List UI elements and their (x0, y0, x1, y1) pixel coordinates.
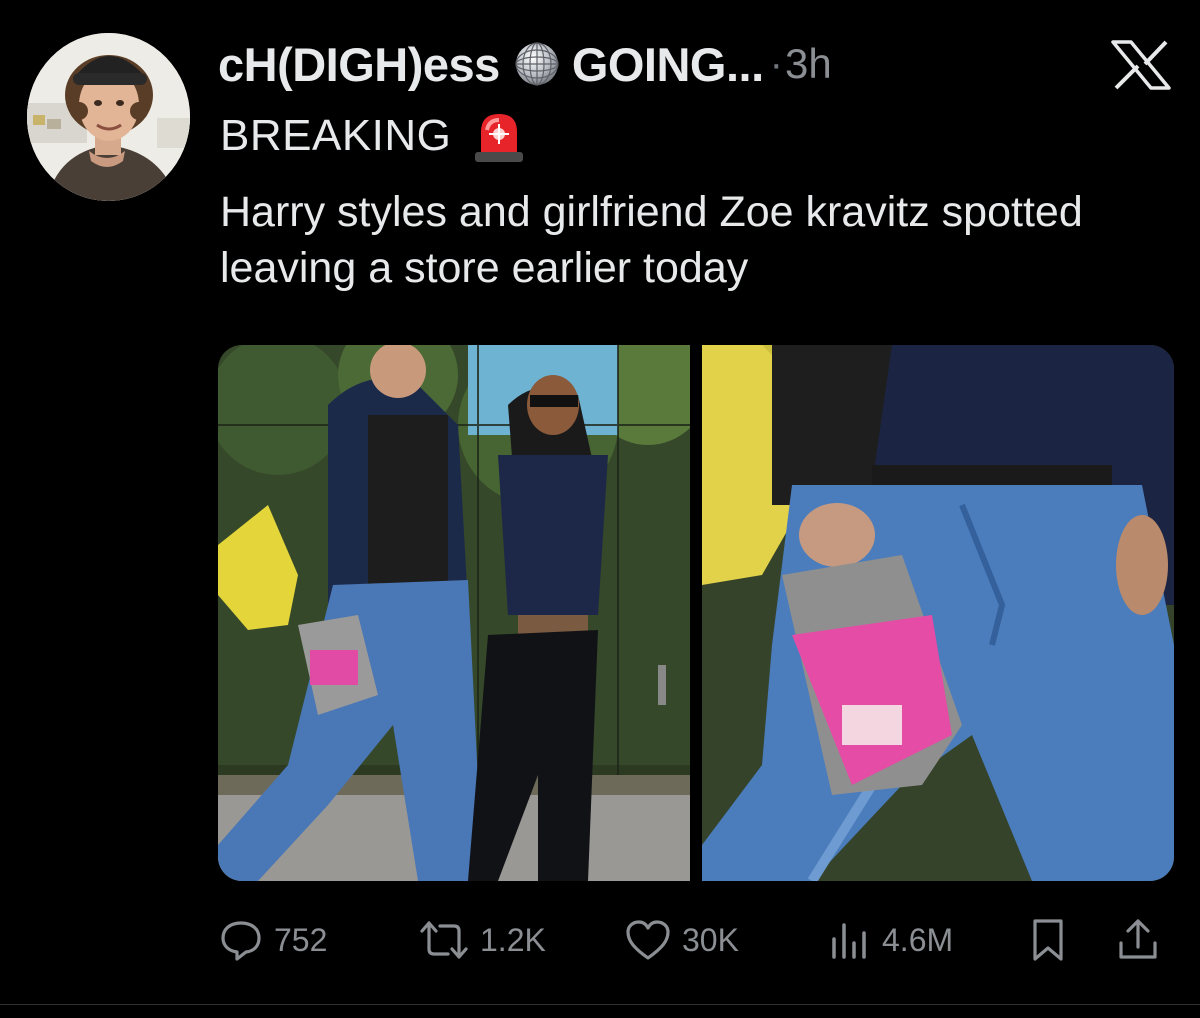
reply-icon (221, 921, 261, 961)
reply-count: 752 (274, 921, 328, 958)
like-button[interactable]: 30K (624, 915, 739, 965)
separator-dot: · (769, 41, 783, 86)
views-chart-icon (832, 923, 866, 959)
divider (0, 1004, 1200, 1005)
display-name[interactable]: cH(DIGH)ess (218, 37, 500, 92)
police-siren-icon (473, 108, 525, 164)
x-logo-icon[interactable] (1110, 40, 1172, 90)
display-name-suffix: GOING... (571, 37, 764, 91)
heart-icon (626, 920, 670, 960)
retweet-icon (420, 921, 468, 959)
timestamp[interactable]: 3h (785, 40, 832, 88)
photo-1[interactable] (218, 345, 690, 881)
retweet-count: 1.2K (480, 921, 546, 958)
like-count: 30K (682, 921, 739, 958)
bookmark-icon (1033, 919, 1063, 961)
photo-2[interactable] (702, 345, 1174, 881)
action-bar: 752 1.2K 30K 4.6M (218, 915, 1178, 965)
share-button[interactable] (1116, 915, 1160, 965)
avatar[interactable] (27, 33, 190, 201)
reply-button[interactable]: 752 (218, 915, 327, 965)
media-grid (218, 345, 1174, 881)
views-count: 4.6M (882, 921, 954, 958)
avatar-image (27, 33, 190, 201)
tweet-body: Harry styles and girlfriend Zoe kravitz … (220, 188, 1083, 292)
disco-ball-icon (514, 41, 560, 87)
tweet-header: cH(DIGH)ess GOING... · 3h (218, 34, 832, 94)
breaking-text: BREAKING (220, 111, 452, 160)
tweet: cH(DIGH)ess GOING... · 3h BREAKING Harry… (0, 0, 1200, 1018)
bookmark-button[interactable] (1028, 915, 1068, 965)
breaking-line: BREAKING (220, 106, 525, 166)
share-icon (1119, 919, 1157, 959)
retweet-button[interactable]: 1.2K (418, 915, 546, 965)
views-button[interactable]: 4.6M (828, 915, 953, 965)
